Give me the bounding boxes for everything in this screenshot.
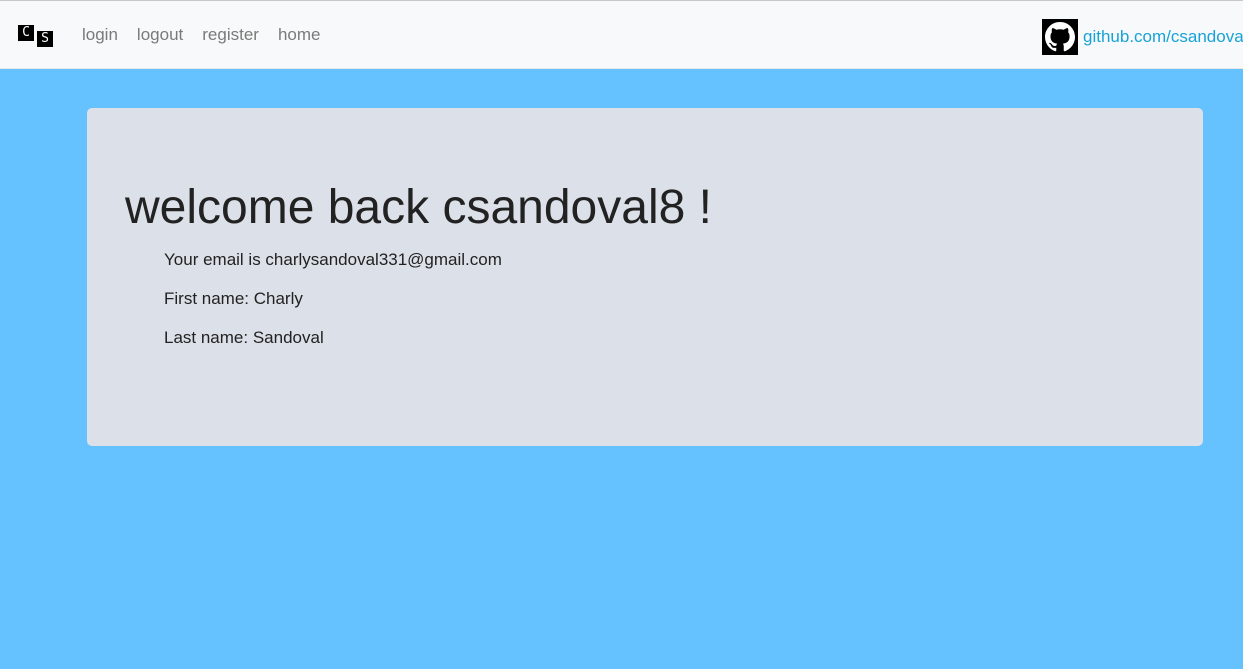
github-profile-link[interactable]: github.com/csandoval8 <box>1083 27 1243 47</box>
github-icon[interactable] <box>1042 19 1078 55</box>
brand-letter-c: C <box>18 25 34 41</box>
brand-letter-s: S <box>37 31 53 47</box>
github-profile: github.com/csandoval8 <box>1042 19 1243 55</box>
email-text: Your email is charlysandoval331@gmail.co… <box>164 250 502 269</box>
github-icon-svg <box>1045 22 1075 52</box>
brand-logo[interactable]: C S <box>18 25 54 49</box>
first-name-text: First name: Charly <box>164 289 303 308</box>
last-name-text: Last name: Sandoval <box>164 328 324 347</box>
nav-links: login logout register home <box>82 25 339 45</box>
nav-register-link[interactable]: register <box>202 25 259 45</box>
nav-login-link[interactable]: login <box>82 25 118 45</box>
welcome-card: welcome back csandoval8 ! Your email is … <box>87 108 1203 446</box>
nav-home-link[interactable]: home <box>278 25 321 45</box>
welcome-heading: welcome back csandoval8 ! <box>125 181 712 234</box>
nav-logout-link[interactable]: logout <box>137 25 183 45</box>
navbar: C S login logout register home github.co… <box>0 0 1243 69</box>
